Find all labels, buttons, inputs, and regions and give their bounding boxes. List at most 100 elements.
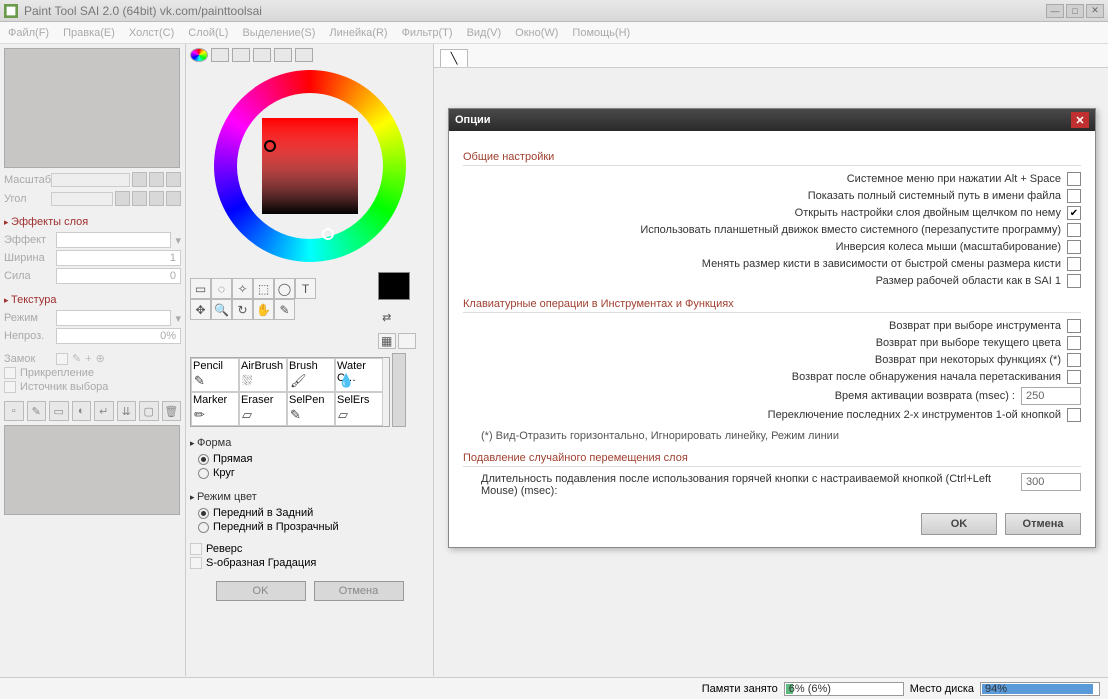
- effect-dropdown[interactable]: [56, 232, 171, 248]
- shape-line-radio[interactable]: Прямая: [198, 453, 429, 465]
- menu-file[interactable]: Файл(F): [8, 27, 49, 39]
- color-wheel-mode[interactable]: [190, 48, 208, 62]
- scale-slider[interactable]: [51, 173, 130, 187]
- return-time-field[interactable]: [1021, 387, 1081, 405]
- swatches-mode[interactable]: [274, 48, 292, 62]
- brush-water[interactable]: Water C…💧: [335, 358, 383, 392]
- mask-button[interactable]: ◐: [72, 401, 92, 421]
- opt-return-func-checkbox[interactable]: [1067, 353, 1081, 367]
- dialog-ok-button[interactable]: OK: [921, 513, 997, 535]
- opt-invert-wheel-checkbox[interactable]: [1067, 240, 1081, 254]
- brush-airbrush[interactable]: AirBrush⛆: [239, 358, 287, 392]
- menu-help[interactable]: Помощь(H): [572, 27, 630, 39]
- transfer-button[interactable]: ↵: [94, 401, 114, 421]
- hsv-sliders-mode[interactable]: [232, 48, 250, 62]
- sgrad-checkbox[interactable]: [190, 557, 202, 569]
- brush-scrollbar[interactable]: [392, 353, 406, 427]
- lasso-tool[interactable]: ◌: [211, 278, 232, 299]
- scratchpad-mode[interactable]: [295, 48, 313, 62]
- menu-layer[interactable]: Слой(L): [188, 27, 228, 39]
- brush-selpen[interactable]: SelPen✎: [287, 392, 335, 426]
- new-linework-button[interactable]: ✎: [27, 401, 47, 421]
- new-layer-button[interactable]: ▫: [4, 401, 24, 421]
- opt-return-tool-checkbox[interactable]: [1067, 319, 1081, 333]
- clear-button[interactable]: ▢: [139, 401, 159, 421]
- close-button[interactable]: ✕: [1086, 4, 1104, 18]
- angle-slider[interactable]: [51, 192, 113, 206]
- brush-selers[interactable]: SelErs▱: [335, 392, 383, 426]
- zoom-tool[interactable]: 🔍: [211, 299, 232, 320]
- angle-flip[interactable]: [166, 191, 181, 206]
- angle-reset[interactable]: [149, 191, 164, 206]
- opt-brush-size-checkbox[interactable]: [1067, 257, 1081, 271]
- plus-icon: +: [85, 353, 91, 365]
- swap-colors-icon[interactable]: ⇄: [378, 303, 396, 331]
- brush-brush[interactable]: Brush🖌: [287, 358, 335, 392]
- magic-wand-tool[interactable]: ✧: [232, 278, 253, 299]
- navigator-preview[interactable]: [4, 48, 180, 168]
- delete-layer-button[interactable]: 🗑: [162, 401, 182, 421]
- maximize-button[interactable]: □: [1066, 4, 1084, 18]
- menu-view[interactable]: Вид(V): [467, 27, 502, 39]
- opt-toggle-tools-checkbox[interactable]: [1067, 408, 1081, 422]
- texture-header[interactable]: Текстура: [4, 294, 181, 306]
- scale-plus[interactable]: [149, 172, 164, 187]
- menu-filter[interactable]: Фильтр(T): [402, 27, 453, 39]
- menu-edit[interactable]: Правка(E): [63, 27, 115, 39]
- dialog-cancel-button[interactable]: Отмена: [1005, 513, 1081, 535]
- cm-fb-radio[interactable]: Передний в Задний: [198, 507, 429, 519]
- minimize-button[interactable]: —: [1046, 4, 1064, 18]
- opt-full-path-checkbox[interactable]: [1067, 189, 1081, 203]
- opacity-field[interactable]: 0%: [56, 328, 181, 344]
- move-sel-tool[interactable]: ⬚: [253, 278, 274, 299]
- width-field[interactable]: 1: [56, 250, 181, 266]
- text-tool[interactable]: T: [295, 278, 316, 299]
- gray-mode[interactable]: [253, 48, 271, 62]
- foreground-swatch[interactable]: [378, 272, 410, 300]
- menu-window[interactable]: Окно(W): [515, 27, 558, 39]
- suppress-time-field[interactable]: [1021, 473, 1081, 491]
- opt-tablet-engine-checkbox[interactable]: [1067, 223, 1081, 237]
- reverse-checkbox[interactable]: [190, 543, 202, 555]
- brush-marker[interactable]: Marker✏: [191, 392, 239, 426]
- shape-circle-radio[interactable]: Круг: [198, 467, 429, 479]
- transparent-toggle[interactable]: ▦: [378, 333, 396, 349]
- rgb-sliders-mode[interactable]: [211, 48, 229, 62]
- layer-effects-header[interactable]: Эффекты слоя: [4, 216, 181, 228]
- move-tool[interactable]: ✥: [190, 299, 211, 320]
- shape-tool[interactable]: ◯: [274, 278, 295, 299]
- lock-opacity-checkbox[interactable]: [56, 353, 68, 365]
- pin-checkbox[interactable]: [4, 367, 16, 379]
- new-folder-button[interactable]: ▭: [49, 401, 69, 421]
- eyedropper-tool[interactable]: ✎: [274, 299, 295, 320]
- mode-dropdown[interactable]: [56, 310, 171, 326]
- menu-selection[interactable]: Выделение(S): [242, 27, 315, 39]
- scale-minus[interactable]: [132, 172, 147, 187]
- canvas-tab[interactable]: ╲: [440, 49, 468, 67]
- menu-ruler[interactable]: Линейка(R): [329, 27, 387, 39]
- brush-pencil[interactable]: Pencil✎: [191, 358, 239, 392]
- scale-reset[interactable]: [166, 172, 181, 187]
- opt-dbl-click-checkbox[interactable]: [1067, 206, 1081, 220]
- hand-tool[interactable]: ✋: [253, 299, 274, 320]
- angle-minus[interactable]: [115, 191, 130, 206]
- layer-list[interactable]: [4, 425, 180, 515]
- opt-return-drag-checkbox[interactable]: [1067, 370, 1081, 384]
- color-wheel[interactable]: [210, 66, 410, 266]
- mid-ok-button[interactable]: OK: [216, 581, 306, 601]
- rect-select-tool[interactable]: ▭: [190, 278, 211, 299]
- mid-cancel-button[interactable]: Отмена: [314, 581, 404, 601]
- bg-toggle[interactable]: [398, 333, 416, 349]
- opt-workspace-sai1-checkbox[interactable]: [1067, 274, 1081, 288]
- cm-ft-radio[interactable]: Передний в Прозрачный: [198, 521, 429, 533]
- angle-plus[interactable]: [132, 191, 147, 206]
- rotate-tool[interactable]: ↻: [232, 299, 253, 320]
- strength-field[interactable]: 0: [56, 268, 181, 284]
- opt-alt-space-checkbox[interactable]: [1067, 172, 1081, 186]
- merge-button[interactable]: ⇊: [117, 401, 137, 421]
- menu-canvas[interactable]: Холст(C): [129, 27, 174, 39]
- brush-eraser[interactable]: Eraser▱: [239, 392, 287, 426]
- dialog-close-button[interactable]: ✕: [1071, 112, 1089, 128]
- clip-checkbox[interactable]: [4, 381, 16, 393]
- opt-return-color-checkbox[interactable]: [1067, 336, 1081, 350]
